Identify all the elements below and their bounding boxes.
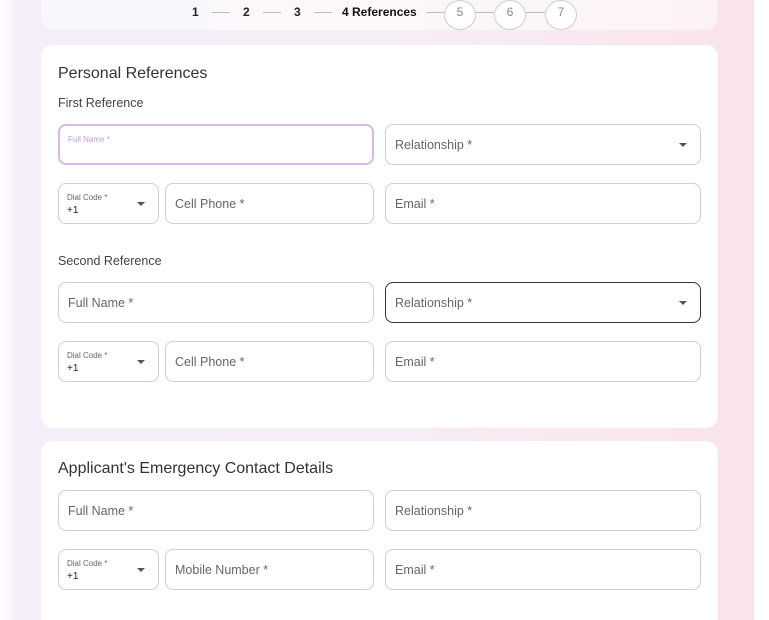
second-reference-title: Second Reference — [58, 254, 162, 268]
step-1[interactable]: 1 — [192, 5, 199, 19]
dial-code-value: +1 — [67, 205, 79, 216]
second-full-name-input[interactable]: Full Name * — [58, 282, 374, 323]
first-reference-title: First Reference — [58, 96, 144, 110]
progress-stepper: 1 2 3 4 References 5 6 7 — [0, 0, 769, 30]
emergency-relationship-input[interactable]: Relationship * — [385, 490, 701, 531]
section-title: Personal References — [58, 65, 208, 82]
step-7[interactable]: 7 — [545, 0, 577, 30]
emergency-contact-card: Applicant's Emergency Contact Details Fu… — [41, 441, 718, 620]
second-email-input[interactable]: Email * — [385, 341, 701, 382]
second-relationship-select[interactable]: Relationship * — [385, 282, 701, 323]
first-cell-phone-input[interactable]: Cell Phone * — [165, 183, 374, 224]
background-right — [754, 0, 769, 620]
chevron-down-icon — [679, 143, 687, 147]
step-6[interactable]: 6 — [494, 0, 526, 30]
dial-code-label: Dial Code * — [67, 193, 108, 202]
emergency-email-placeholder: Email * — [395, 562, 435, 577]
emergency-full-name-placeholder: Full Name * — [68, 503, 134, 518]
step-4-active[interactable]: 4 References — [342, 5, 417, 19]
first-email-input[interactable]: Email * — [385, 183, 701, 224]
step-5[interactable]: 5 — [444, 0, 476, 30]
personal-references-card: Personal References First Reference Full… — [41, 45, 718, 428]
first-email-placeholder: Email * — [395, 196, 435, 211]
emergency-relationship-placeholder: Relationship * — [395, 503, 473, 518]
step-connector — [263, 12, 281, 13]
second-dial-code-select[interactable]: Dial Code * +1 — [58, 341, 159, 382]
emergency-email-input[interactable]: Email * — [385, 549, 701, 590]
first-full-name-label: Full Name * — [68, 135, 110, 144]
step-connector — [314, 12, 332, 13]
dial-code-label: Dial Code * — [67, 351, 108, 360]
step-connector — [426, 12, 444, 13]
second-cell-phone-input[interactable]: Cell Phone * — [165, 341, 374, 382]
first-relationship-select[interactable]: Relationship * — [385, 124, 701, 165]
dial-code-value: +1 — [67, 363, 79, 374]
chevron-down-icon — [137, 202, 145, 206]
first-cell-phone-placeholder: Cell Phone * — [175, 196, 245, 211]
step-7-label: 7 — [557, 5, 565, 19]
background-left — [0, 0, 16, 620]
emergency-mobile-input[interactable]: Mobile Number * — [165, 549, 374, 590]
second-email-placeholder: Email * — [395, 354, 435, 369]
first-relationship-placeholder: Relationship * — [395, 137, 473, 152]
emergency-section-title: Applicant's Emergency Contact Details — [58, 460, 334, 477]
step-connector — [476, 12, 494, 13]
chevron-down-icon — [137, 360, 145, 364]
first-full-name-input[interactable]: Full Name * — [58, 124, 374, 165]
step-6-label: 6 — [506, 5, 514, 19]
second-cell-phone-placeholder: Cell Phone * — [175, 354, 245, 369]
second-relationship-placeholder: Relationship * — [395, 295, 473, 310]
emergency-dial-code-select[interactable]: Dial Code * +1 — [58, 549, 159, 590]
step-3[interactable]: 3 — [294, 5, 301, 19]
chevron-down-icon — [679, 301, 687, 305]
chevron-down-icon — [137, 568, 145, 572]
first-dial-code-select[interactable]: Dial Code * +1 — [58, 183, 159, 224]
emergency-full-name-input[interactable]: Full Name * — [58, 490, 374, 531]
dial-code-value: +1 — [67, 571, 79, 582]
emergency-mobile-placeholder: Mobile Number * — [175, 562, 269, 577]
step-2[interactable]: 2 — [243, 5, 250, 19]
step-connector — [526, 12, 545, 13]
second-full-name-placeholder: Full Name * — [68, 295, 134, 310]
step-connector — [212, 12, 230, 13]
step-5-label: 5 — [456, 5, 464, 19]
dial-code-label: Dial Code * — [67, 559, 108, 568]
